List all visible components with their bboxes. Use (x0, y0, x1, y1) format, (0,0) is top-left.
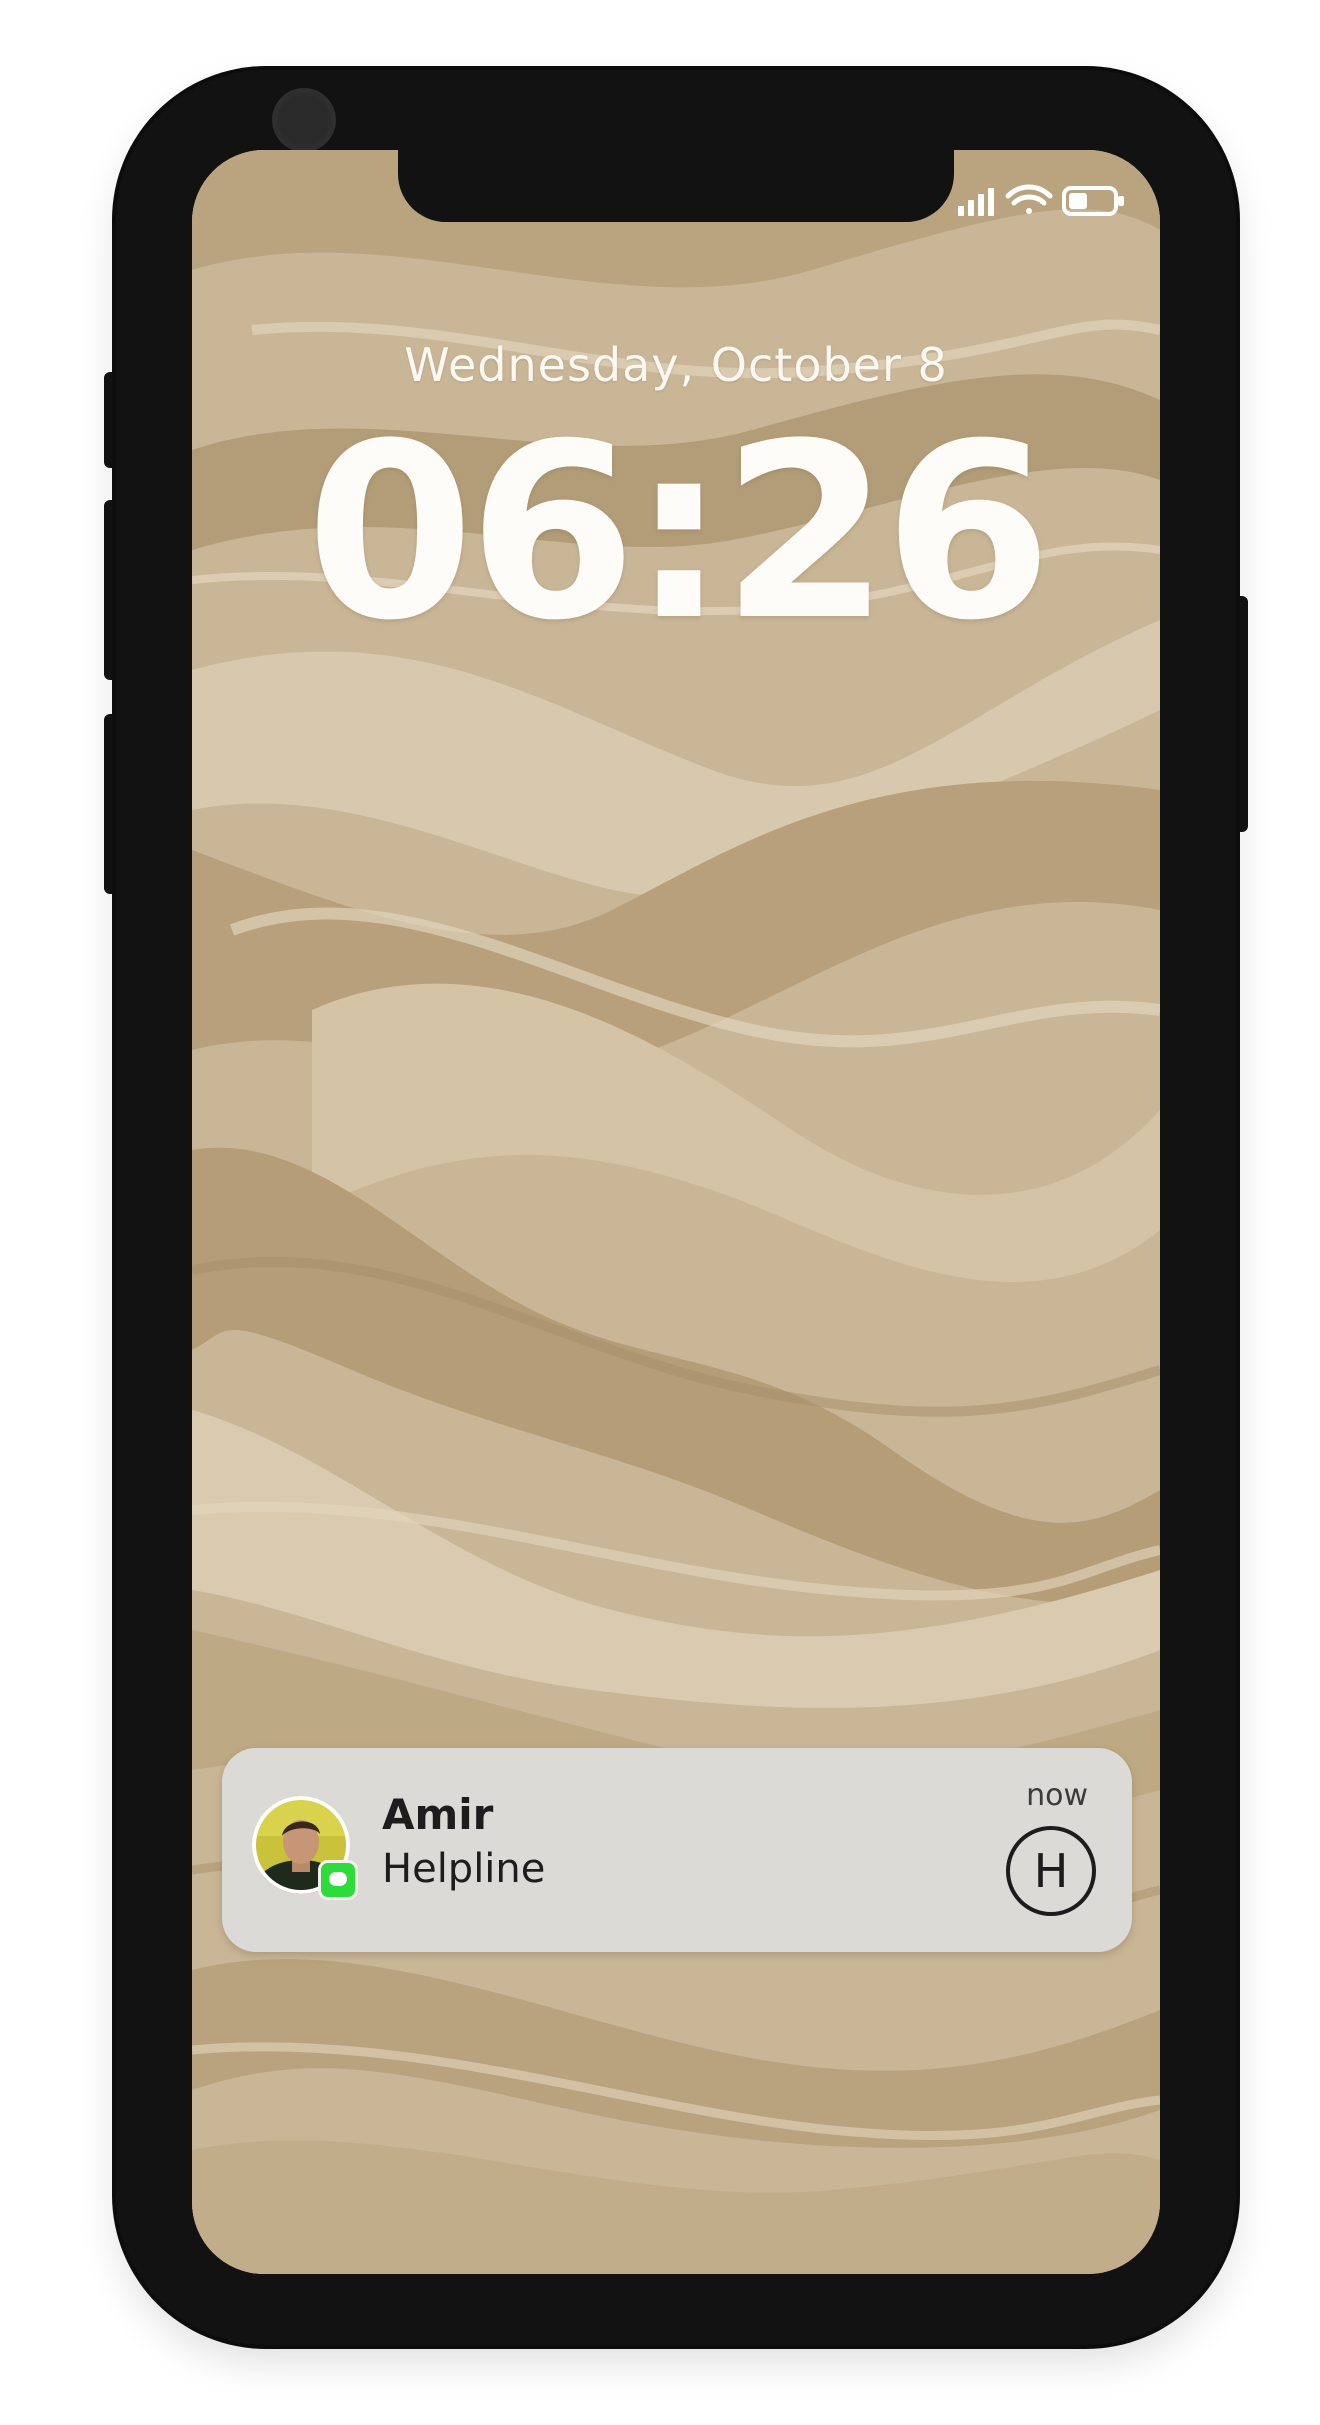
notification-sender: Amir (382, 1790, 494, 1839)
lock-screen-date: Wednesday, October 8 (404, 338, 948, 392)
notification-timestamp: now (1026, 1778, 1088, 1813)
helpline-h-icon[interactable]: H (1006, 1826, 1096, 1916)
camera-lens (272, 88, 336, 152)
battery-icon (1062, 186, 1124, 216)
lock-screen-clock: 06:26 (305, 392, 1052, 674)
lock-screen[interactable]: Wednesday, October 8 06:26 Amir Helpline… (192, 150, 1160, 2274)
notch (398, 150, 954, 222)
wifi-icon (1005, 184, 1053, 214)
page: Wednesday, October 8 06:26 Amir Helpline… (0, 0, 1320, 2425)
messages-icon (318, 1860, 358, 1900)
notification-message: Helpline (382, 1846, 546, 1892)
status-bar-icons (958, 184, 1124, 216)
signal-bars-icon (958, 188, 994, 216)
message-notification[interactable]: Amir Helpline now H (222, 1748, 1132, 1952)
